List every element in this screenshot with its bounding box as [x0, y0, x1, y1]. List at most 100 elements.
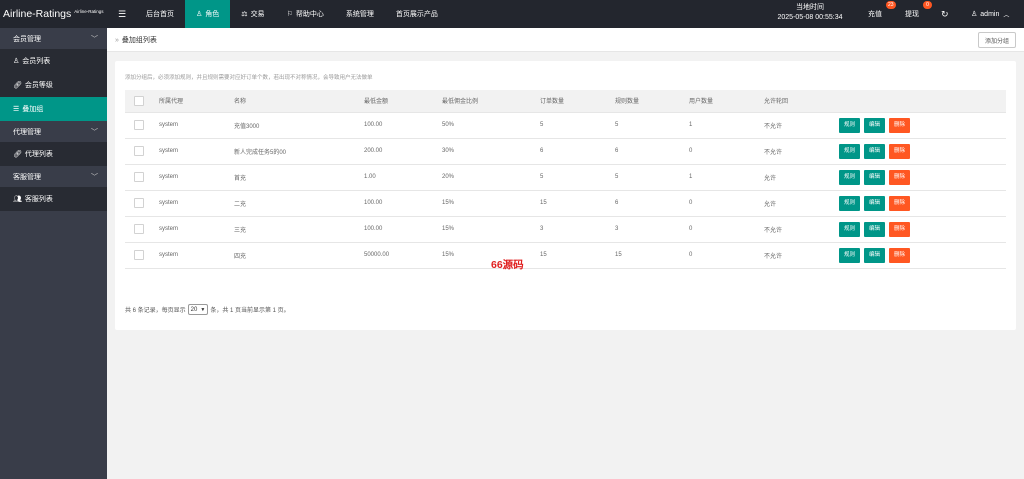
row-actions: 规则 编辑 删除: [834, 138, 1006, 165]
rules-button[interactable]: 规则: [839, 221, 861, 237]
row-checkbox[interactable]: [134, 120, 144, 130]
sidebar-item-agent-list[interactable]: 🔗︎ 代理列表: [0, 142, 107, 166]
delete-button[interactable]: 删除: [889, 247, 911, 263]
table-cell: 允许: [759, 164, 834, 191]
row-checkbox[interactable]: [134, 250, 144, 260]
table-cell: 15: [610, 242, 684, 269]
scale-icon: ⚖: [241, 11, 248, 18]
table-cell: 3: [610, 216, 684, 243]
user-menu[interactable]: ♙ admin ︿: [971, 0, 1009, 28]
row-select-cell: [125, 138, 154, 165]
delete-button[interactable]: 删除: [889, 169, 911, 185]
sidebar-group-service[interactable]: 客服管理 ﹀: [0, 166, 107, 187]
table-row: system 新人完成任务5的00 200.00 30% 6 6 0 不允许 规则 编辑 删除: [125, 138, 1006, 165]
column-header: 订单数量: [535, 90, 610, 113]
delete-button[interactable]: 删除: [889, 117, 911, 133]
withdraw-badge: 0: [923, 1, 932, 9]
top-bar: Airline-Ratings Airline-Ratings ☰ 后台首页 ♙…: [0, 0, 1024, 28]
column-header: 用户数量: [684, 90, 759, 113]
sidebar-item-service-list[interactable]: 👥︎ 客服列表: [0, 187, 107, 211]
nav-item-label: 交易: [250, 11, 265, 18]
chevron-down-icon: ﹀: [91, 173, 98, 181]
nav-item-label: 首页展示产品: [395, 11, 438, 18]
table-cell: 6: [535, 138, 610, 165]
table-cell: 新人完成任务5的00: [229, 138, 359, 165]
sidebar-item-member-list[interactable]: ♙ 会员列表: [0, 49, 107, 73]
row-actions: 规则 编辑 删除: [834, 112, 1006, 139]
row-checkbox[interactable]: [134, 172, 144, 182]
sidebar-item-stack-group[interactable]: ☰ 叠加组: [0, 97, 107, 121]
table-cell: 50%: [437, 112, 535, 139]
table-cell: 100.00: [359, 112, 437, 139]
table-cell: 0: [684, 242, 759, 269]
table-cell: 1: [684, 112, 759, 139]
per-page-value: 20: [190, 306, 198, 313]
table-row: system 二充 100.00 15% 15 6 0 允许 规则 编辑 删除: [125, 190, 1006, 217]
notice-text: 添加分组后，必须添加规则，并且规则需要对应好订单个数，若出现不对称情况，会导致用…: [125, 75, 373, 81]
table-cell: 30%: [437, 138, 535, 165]
watermark: 66源码: [491, 259, 524, 271]
table-cell: 100.00: [359, 190, 437, 217]
rules-button[interactable]: 规则: [839, 117, 861, 133]
row-checkbox[interactable]: [134, 224, 144, 234]
rules-button[interactable]: 规则: [839, 169, 861, 185]
withdraw-link[interactable]: 提现: [905, 0, 919, 28]
edit-button[interactable]: 编辑: [864, 169, 886, 185]
recharge-link[interactable]: 充值: [868, 0, 882, 28]
edit-button[interactable]: 编辑: [864, 221, 886, 237]
local-time: 当地时间 2025-05-08 00:55:34: [760, 3, 860, 23]
table-cell: 首充: [229, 164, 359, 191]
sidebar-group-members[interactable]: 会员管理 ﹀: [0, 28, 107, 49]
nav-item-trade[interactable]: ⚖ 交易: [230, 0, 275, 28]
edit-button[interactable]: 编辑: [864, 247, 886, 263]
sidebar-item-label: 叠加组: [22, 106, 44, 113]
column-header: 规则数量: [610, 90, 684, 113]
users-icon: 👥︎: [13, 196, 22, 203]
add-group-button[interactable]: 添加分组: [977, 32, 1016, 48]
table-cell: 不允许: [759, 138, 834, 165]
row-actions: 规则 编辑 删除: [834, 242, 1006, 269]
nav-item-help[interactable]: ⚐ 帮助中心: [276, 0, 335, 28]
row-checkbox[interactable]: [134, 198, 144, 208]
edit-button[interactable]: 编辑: [864, 143, 886, 159]
column-header: 允许轮回: [759, 90, 834, 113]
user-icon: ♙: [196, 11, 203, 18]
delete-button[interactable]: 删除: [889, 221, 911, 237]
column-header: 名称: [229, 90, 359, 113]
per-page-select[interactable]: 20 ▼: [187, 304, 209, 315]
table-card: 添加分组后，必须添加规则，并且规则需要对应好订单个数，若出现不对称情况，会导致用…: [115, 61, 1016, 330]
menu-toggle-icon[interactable]: ☰: [115, 0, 129, 28]
row-select-cell: [125, 216, 154, 243]
nav-item-products[interactable]: 首页展示产品: [385, 0, 449, 28]
sidebar-group-label: 客服管理: [13, 173, 41, 181]
table-cell: 15%: [437, 190, 535, 217]
table-cell: 二充: [229, 190, 359, 217]
edit-button[interactable]: 编辑: [864, 117, 886, 133]
table-cell: system: [154, 242, 229, 269]
logo[interactable]: Airline-Ratings Airline-Ratings: [0, 0, 107, 28]
table-cell: 0: [684, 216, 759, 243]
rules-button[interactable]: 规则: [839, 195, 861, 211]
row-actions: 规则 编辑 删除: [834, 216, 1006, 243]
table-cell: 充值3000: [229, 112, 359, 139]
pagination: 共 6 条记录，每页显示 20 ▼ 条，共 1 页当前显示第 1 页。: [125, 304, 290, 315]
nav-item-dashboard[interactable]: 后台首页: [135, 0, 185, 28]
nav-item-system[interactable]: 系统管理: [335, 0, 385, 28]
delete-button[interactable]: 删除: [889, 195, 911, 211]
rules-button[interactable]: 规则: [839, 247, 861, 263]
table-row: system 充值3000 100.00 50% 5 5 1 不允许 规则 编辑 删除: [125, 112, 1006, 139]
delete-button[interactable]: 删除: [889, 143, 911, 159]
row-checkbox[interactable]: [134, 146, 144, 156]
rules-button[interactable]: 规则: [839, 143, 861, 159]
sidebar-group-label: 代理管理: [13, 128, 41, 136]
edit-button[interactable]: 编辑: [864, 195, 886, 211]
select-all-checkbox[interactable]: [134, 95, 144, 106]
sidebar-group-agents[interactable]: 代理管理 ﹀: [0, 121, 107, 142]
refresh-icon[interactable]: ↻: [941, 0, 949, 28]
column-header: 最低金额: [359, 90, 437, 113]
sidebar-item-member-level[interactable]: 🔗︎ 会员等级: [0, 73, 107, 97]
nav-item-role[interactable]: ♙ 角色: [185, 0, 231, 28]
logo-main-text: Airline-Ratings: [3, 8, 72, 20]
table-cell: system: [154, 112, 229, 139]
table-cell: system: [154, 164, 229, 191]
